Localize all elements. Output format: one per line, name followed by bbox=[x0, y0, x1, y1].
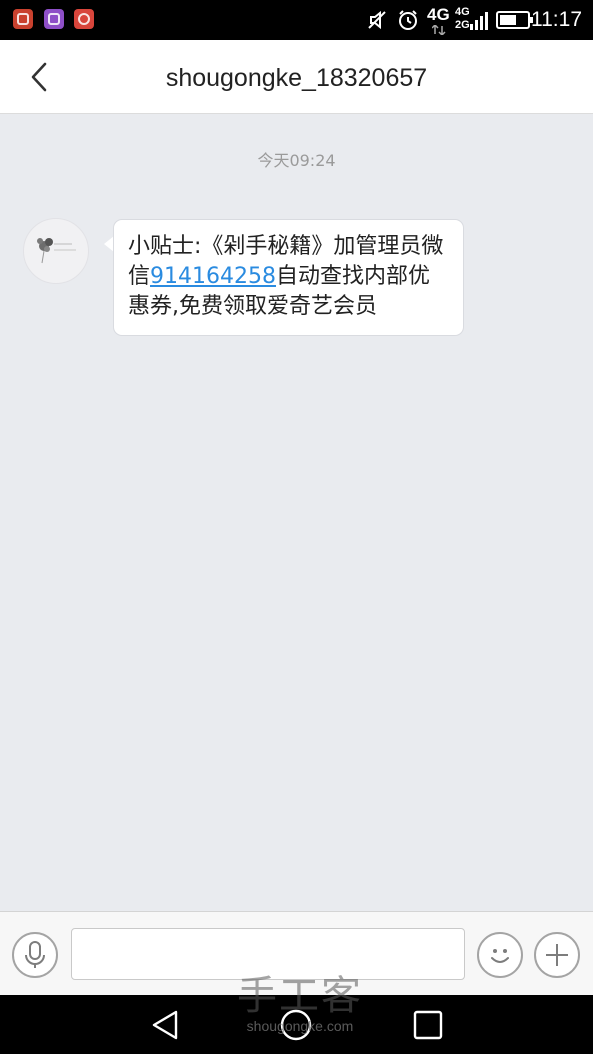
alarm-icon bbox=[399, 10, 417, 30]
phone-number-link[interactable]: 914164258 bbox=[150, 264, 276, 289]
chat-area[interactable]: 今天09:24 小贴士:《剁手秘籍》加管理员微信914164258自动查找内部优… bbox=[0, 114, 593, 911]
page-title: shougongke_18320657 bbox=[165, 64, 428, 92]
signal-icon bbox=[470, 12, 488, 30]
avatar[interactable] bbox=[23, 218, 89, 284]
gallery-notification-icon bbox=[44, 9, 64, 29]
status-bar: 4G 4G 2G 11:17 bbox=[0, 0, 593, 40]
microphone-icon bbox=[25, 941, 45, 968]
smiley-icon bbox=[491, 949, 509, 963]
recents-square-icon bbox=[413, 1010, 443, 1040]
nav-recents-button[interactable] bbox=[405, 1002, 451, 1048]
title-bar: shougongke_18320657 bbox=[0, 40, 593, 114]
app-notification-icon bbox=[13, 9, 33, 29]
back-button[interactable] bbox=[18, 54, 64, 100]
nav-home-button[interactable] bbox=[273, 1002, 319, 1048]
back-triangle-icon bbox=[152, 1010, 178, 1040]
network-type-label: 4G bbox=[427, 5, 450, 24]
sim2-type-label: 2G bbox=[455, 19, 470, 31]
search-app-notification-icon bbox=[74, 9, 94, 29]
navigation-bar bbox=[0, 995, 593, 1054]
silent-mode-icon bbox=[368, 10, 386, 30]
clock-time: 11:17 bbox=[531, 8, 582, 31]
message-input[interactable] bbox=[71, 928, 465, 980]
data-arrows-icon bbox=[432, 25, 446, 35]
add-button[interactable] bbox=[534, 932, 580, 978]
sim1-type-label: 4G bbox=[455, 6, 470, 18]
avatar-image-icon bbox=[37, 238, 76, 264]
chevron-left-icon bbox=[31, 62, 47, 92]
input-bar bbox=[0, 911, 593, 995]
nav-back-button[interactable] bbox=[142, 1002, 188, 1048]
battery-icon bbox=[496, 11, 533, 29]
emoji-button[interactable] bbox=[477, 932, 523, 978]
voice-button[interactable] bbox=[12, 932, 58, 978]
message-timestamp: 今天09:24 bbox=[257, 151, 336, 170]
plus-icon bbox=[546, 944, 568, 966]
home-circle-icon bbox=[280, 1009, 312, 1041]
message-bubble[interactable]: 小贴士:《剁手秘籍》加管理员微信914164258自动查找内部优惠券,免费领取爱… bbox=[113, 219, 464, 336]
